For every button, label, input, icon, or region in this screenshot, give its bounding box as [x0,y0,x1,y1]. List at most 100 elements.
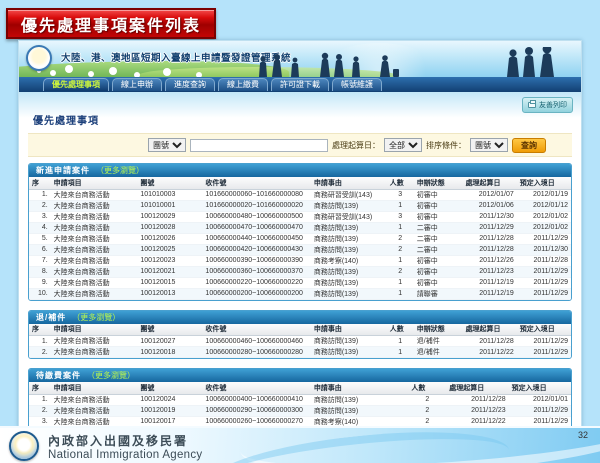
nav-tab-4[interactable]: 許可證下載 [271,78,329,91]
cell: 2011/12/19 [463,277,517,288]
main-nav: 優先處理事項線上申辦進度查詢線上繳費許可證下載帳號維護 [19,77,581,92]
application-item-link[interactable]: 大陸來台商務活動 [51,347,138,358]
date-filter-label: 處理起算日： [332,140,380,151]
nav-tab-5[interactable]: 帳號維護 [332,78,382,91]
cell: 2011/12/29 [517,266,571,277]
sections: 新進申請案件（更多瀏覽）序申請項目團號收件號申請事由人數申辦狀態處理起算日預定入… [19,157,581,429]
cell: 100120019 [137,405,202,416]
cell: 3 [387,189,414,200]
application-item-link[interactable]: 大陸來台商務活動 [51,211,138,222]
nav-tab-1[interactable]: 線上申辦 [112,78,162,91]
application-item-link[interactable]: 大陸來台商務活動 [51,336,138,347]
filter-bar: 團號 處理起算日： 全部 排序條件： 團號 查詢 [28,133,572,157]
cell: 100120026 [137,233,202,244]
status-cell: 退/補件 [414,347,463,358]
agency-name-en: National Immigration Agency [48,449,202,461]
sort-select[interactable]: 團號 [470,138,508,152]
cell: 2011/12/29 [517,347,571,358]
nav-tab-3[interactable]: 線上繳費 [218,78,268,91]
cell: 2012/01/02 [517,211,571,222]
search-button[interactable]: 查詢 [512,138,546,153]
cell: 7. [29,255,51,266]
table-row: 2.大陸來台商務活動101010001101660000020~10166000… [29,200,571,211]
cell: 101660000060~101660000080 [202,189,310,200]
table-row: 1.大陸來台商務活動101010003101660000060~10166000… [29,189,571,200]
table-row: 1.大陸來台商務活動100120027100660000460~10066000… [29,336,571,347]
page-number: 32 [578,430,588,440]
field-select[interactable]: 團號 [148,138,186,152]
column-header: 申辦狀態 [414,177,463,189]
cell: 1 [387,288,414,299]
cell: 2011/12/29 [517,277,571,288]
application-item-link[interactable]: 大陸來台商務活動 [51,277,138,288]
column-header: 收件號 [202,324,310,336]
cell: 2012/01/01 [509,394,571,405]
column-header: 團號 [137,324,202,336]
application-item-link[interactable]: 大陸來台商務活動 [51,255,138,266]
application-item-link[interactable]: 大陸來台商務活動 [51,200,138,211]
column-header: 序 [29,382,51,394]
cell: 1 [387,347,414,358]
cell: 商務訪問(139) [311,200,387,211]
nav-tab-2[interactable]: 進度查詢 [165,78,215,91]
cell: 1 [387,336,414,347]
nia-logo-icon [9,431,39,461]
cell: 2012/01/12 [517,200,571,211]
cases-table: 序申請項目團號收件號申請事由人數申辦狀態處理起算日預定入境日1.大陸來台商務活動… [29,324,571,359]
nav-tab-0[interactable]: 優先處理事項 [43,78,109,91]
page-title: 優先處理事項 [19,92,581,133]
application-item-link[interactable]: 大陸來台商務活動 [51,288,138,299]
table-row: 2.大陸來台商務活動100120019100660000290~10066000… [29,405,571,416]
cell: 100120024 [137,394,202,405]
cell: 1. [29,189,51,200]
table-row: 7.大陸來台商務活動100120023100660000390~10066000… [29,255,571,266]
column-header: 申請項目 [51,382,138,394]
cell: 100660000460~100660000460 [202,336,310,347]
slide-title-banner: 優先處理事項案件列表 [6,8,216,39]
status-cell: 初審中 [414,200,463,211]
more-link[interactable]: （更多瀏覽） [87,371,135,380]
column-header: 收件號 [202,382,310,394]
application-item-link[interactable]: 大陸來台商務活動 [51,222,138,233]
cell: 2012/01/02 [517,222,571,233]
cell: 2011/12/28 [463,244,517,255]
section-header: 新進申請案件（更多瀏覽） [29,164,571,177]
application-item-link[interactable]: 大陸來台商務活動 [51,233,138,244]
table-row: 3.大陸來台商務活動100120029100660000480~10066000… [29,211,571,222]
more-link[interactable]: （更多瀏覽） [72,313,120,322]
cell: 商務訪問(139) [311,288,387,299]
column-header: 申請事由 [311,177,387,189]
cell: 商務訪問(139) [311,266,387,277]
cell: 2012/01/06 [463,200,517,211]
application-item-link[interactable]: 大陸來台商務活動 [51,189,138,200]
cell: 100120027 [137,336,202,347]
cell: 2 [408,405,446,416]
cell: 商務訪問(139) [311,347,387,358]
cell: 商務訪問(139) [311,222,387,233]
app-header: 大陸、港、澳地區短期入臺線上申請暨發證管理系統 [19,41,581,77]
cell: 100120021 [137,266,202,277]
application-item-link[interactable]: 大陸來台商務活動 [51,405,138,416]
column-header: 處理起算日 [463,177,517,189]
cell: 2011/12/28 [463,336,517,347]
field-input[interactable] [190,139,328,152]
print-button-label: 友善列印 [539,100,567,110]
column-header: 預定入境日 [517,324,571,336]
more-link[interactable]: （更多瀏覽） [96,166,144,175]
column-header: 預定入境日 [509,382,571,394]
agency-logo-icon [26,45,52,71]
application-item-link[interactable]: 大陸來台商務活動 [51,266,138,277]
cell: 100120018 [137,347,202,358]
cell: 商務考察(140) [311,255,387,266]
date-select[interactable]: 全部 [384,138,422,152]
print-button[interactable]: 友善列印 [522,97,573,113]
cell: 2011/12/29 [517,233,571,244]
application-item-link[interactable]: 大陸來台商務活動 [51,394,138,405]
application-item-link[interactable]: 大陸來台商務活動 [51,244,138,255]
cell: 5. [29,233,51,244]
status-cell: 初審中 [414,255,463,266]
cell: 1. [29,394,51,405]
table-row: 4.大陸來台商務活動100120028100660000470~10066000… [29,222,571,233]
cell: 3 [387,211,414,222]
cell: 100120029 [137,211,202,222]
